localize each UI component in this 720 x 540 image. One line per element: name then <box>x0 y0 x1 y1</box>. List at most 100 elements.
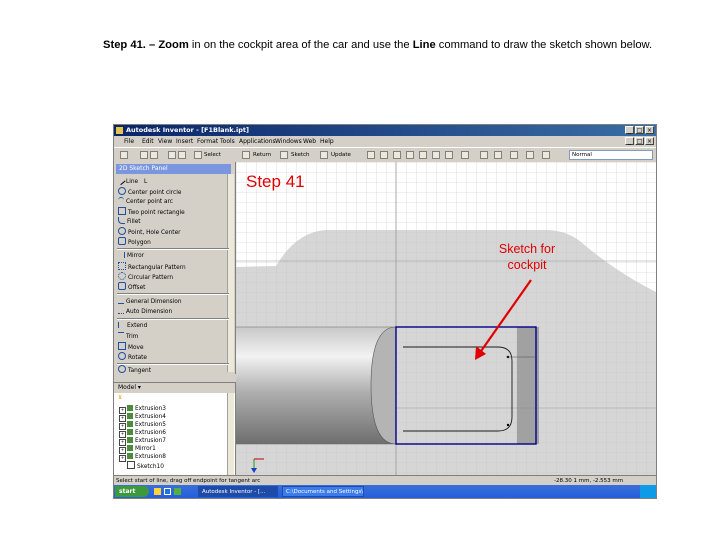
quicklaunch-ie-icon[interactable] <box>164 488 171 495</box>
tool-trim[interactable]: Trim <box>118 332 138 342</box>
tool-general-dimension[interactable]: General Dimension <box>118 297 182 307</box>
panel-divider <box>117 293 229 295</box>
menu-bar: File Edit View Insert Format Tools Appli… <box>114 136 656 147</box>
menu-file[interactable]: File <box>124 136 134 147</box>
rotate-icon[interactable] <box>432 151 440 159</box>
menu-help[interactable]: Help <box>320 136 334 147</box>
undo-icon[interactable] <box>168 151 176 159</box>
doc-close-button[interactable]: × <box>645 137 654 145</box>
tool-tangent[interactable]: Tangent <box>118 365 151 376</box>
zoom-selected-icon[interactable] <box>419 151 427 159</box>
return-icon[interactable] <box>242 151 250 159</box>
tool-polygon[interactable]: Polygon <box>118 237 151 248</box>
tool-line[interactable]: Line L <box>116 175 148 187</box>
model-browser: Model ▾ ⊻ + Extrusion3 + Extrusion4 + Extru… <box>114 382 236 476</box>
zoom-window-icon[interactable] <box>380 151 388 159</box>
circular-pattern-icon <box>118 272 126 280</box>
sketch-panel-scrollbar[interactable] <box>227 174 234 372</box>
camera-icon[interactable] <box>480 151 488 159</box>
rectangular-pattern-icon <box>118 262 126 270</box>
model-browser-header[interactable]: Model ▾ <box>114 383 235 393</box>
minimize-button[interactable]: _ <box>625 126 634 134</box>
sketch-callout-line1: Sketch for <box>498 242 556 256</box>
step-label: Step 41 <box>246 172 305 191</box>
model-browser-scrollbar[interactable] <box>227 393 234 475</box>
doc-restore-button[interactable]: □ <box>635 137 644 145</box>
window-controls: _ □ × <box>625 126 654 134</box>
section-view-icon[interactable] <box>510 151 518 159</box>
quicklaunch-icon[interactable] <box>154 488 161 495</box>
sketch-callout-line2: cockpit <box>507 258 547 272</box>
tool-rotate[interactable]: Rotate <box>118 352 147 363</box>
sketch-canvas <box>236 162 656 475</box>
caption-text-end: command to draw the sketch shown below. <box>435 39 653 51</box>
grid-icon[interactable] <box>526 151 534 159</box>
close-button[interactable]: × <box>645 126 654 134</box>
task-inventor[interactable]: Autodesk Inventor - [... <box>198 486 278 497</box>
pan-icon[interactable] <box>406 151 414 159</box>
update-button[interactable]: Update <box>331 148 351 162</box>
move-icon <box>118 342 126 350</box>
point-icon <box>118 227 126 235</box>
zoom-icon[interactable] <box>393 151 401 159</box>
line-icon <box>116 175 126 186</box>
shaded-display-icon[interactable] <box>461 151 469 159</box>
menu-web[interactable]: Web <box>303 136 316 147</box>
caption-step-label: Step 41. – <box>103 39 159 51</box>
menu-applications[interactable]: Applications <box>239 136 276 147</box>
return-button[interactable]: Return <box>253 148 271 162</box>
sketch-button[interactable]: Sketch <box>291 148 310 162</box>
browser-item[interactable]: Sketch10 <box>119 461 164 472</box>
tool-extend[interactable]: Extend <box>118 322 147 331</box>
analysis-icon[interactable] <box>494 151 502 159</box>
polygon-icon <box>118 237 126 245</box>
mirror-icon <box>118 252 125 258</box>
trim-icon <box>118 332 124 339</box>
document-window-controls: _ □ × <box>625 137 654 145</box>
maximize-button[interactable]: □ <box>635 126 644 134</box>
new-file-icon[interactable] <box>120 151 128 159</box>
menu-view[interactable]: View <box>158 136 172 147</box>
select-button[interactable]: Select <box>204 148 221 162</box>
inventor-screenshot: Autodesk Inventor - [F1Blank.ipt] _ □ × … <box>113 124 657 499</box>
sketch-icon[interactable] <box>280 151 288 159</box>
start-button[interactable]: start <box>115 486 149 497</box>
menu-format[interactable]: Format <box>197 136 218 147</box>
look-at-icon[interactable] <box>445 151 453 159</box>
quicklaunch-desktop-icon[interactable] <box>174 488 181 495</box>
menu-edit[interactable]: Edit <box>142 136 154 147</box>
menu-insert[interactable]: Insert <box>176 136 193 147</box>
tool-fillet[interactable]: Fillet <box>118 217 141 227</box>
offset-icon <box>118 282 126 290</box>
tool-offset[interactable]: Offset <box>118 282 145 293</box>
tangent-icon <box>118 365 126 373</box>
task-explorer[interactable]: C:\Documents and Settings\... <box>282 486 364 497</box>
tool-auto-dimension[interactable]: Auto Dimension <box>118 307 172 317</box>
save-icon[interactable] <box>150 151 158 159</box>
sketch-panel-header[interactable]: 2D Sketch Panel <box>116 164 231 174</box>
filter-icon[interactable]: ⊻ <box>118 394 122 403</box>
line-shortcut: L <box>143 179 148 185</box>
doc-minimize-button[interactable]: _ <box>625 137 634 145</box>
zoom-all-icon[interactable] <box>367 151 375 159</box>
panel-divider <box>117 318 229 320</box>
tool-mirror[interactable]: Mirror <box>118 252 144 261</box>
tool-center-point-arc[interactable]: Center point arc <box>118 197 173 207</box>
fillet-icon <box>118 217 125 224</box>
select-icon[interactable] <box>194 151 202 159</box>
taskbar: start Autodesk Inventor - [... C:\Docume… <box>114 485 656 498</box>
arc-icon <box>118 197 124 204</box>
panel-divider <box>117 248 229 250</box>
app-icon <box>116 127 123 134</box>
sketch-panel: 2D Sketch Panel Line L Center point circ… <box>114 162 236 374</box>
open-file-icon[interactable] <box>140 151 148 159</box>
menu-tools[interactable]: Tools <box>220 136 235 147</box>
title-bar: Autodesk Inventor - [F1Blank.ipt] _ □ × <box>114 125 656 136</box>
redo-icon[interactable] <box>178 151 186 159</box>
material-select[interactable]: Normal <box>569 150 653 160</box>
sketch-callout: Sketch for cockpit <box>472 241 582 273</box>
update-icon[interactable] <box>320 151 328 159</box>
graphics-window[interactable]: Step 41 Sketch for cockpit <box>236 162 656 475</box>
menu-windows[interactable]: Windows <box>275 136 302 147</box>
color-icon[interactable] <box>542 151 550 159</box>
